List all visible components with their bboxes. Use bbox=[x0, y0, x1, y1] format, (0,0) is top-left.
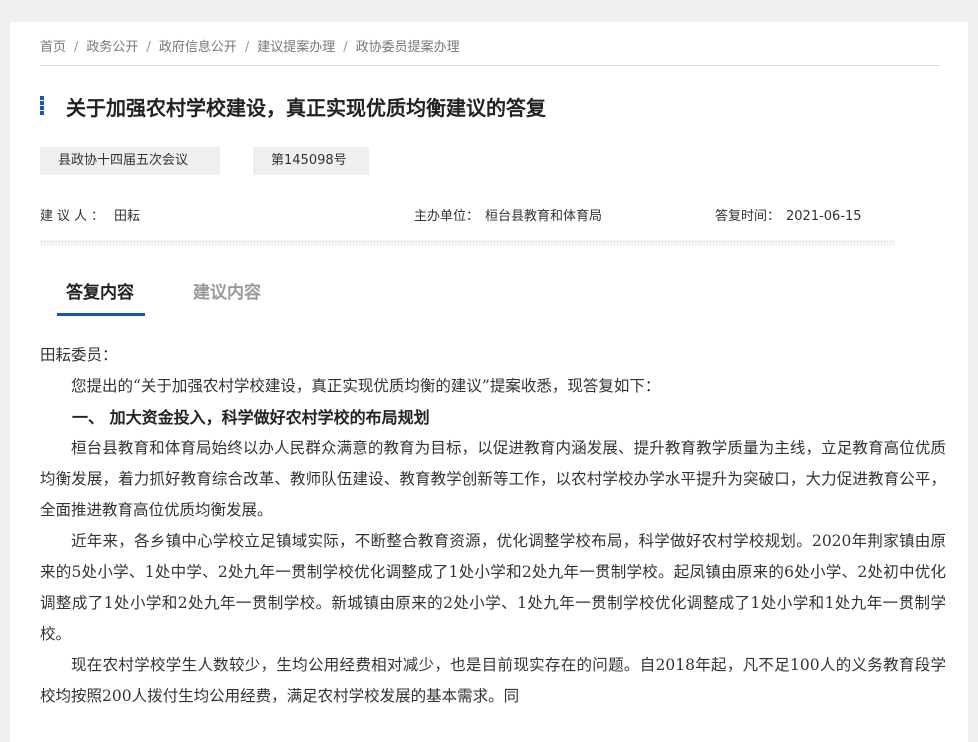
body-paragraph: 现在农村学校学生人数较少，生均公用经费相对减少，也是目前现实存在的问题。自201… bbox=[40, 656, 946, 705]
tab-suggestion-content[interactable]: 建议内容 bbox=[193, 278, 261, 303]
breadcrumb-government-affairs[interactable]: 政务公开 bbox=[86, 40, 138, 55]
breadcrumb-separator: / bbox=[343, 40, 348, 55]
body-paragraph: 桓台县教育和体育局始终以办人民群众满意的教育为目标，以促进教育内涵发展、提升教育… bbox=[40, 439, 946, 519]
proposer-label: 建议人： bbox=[40, 209, 109, 224]
reply-date-info: 答复时间： 2021-06-15 bbox=[715, 205, 862, 224]
breadcrumb-divider bbox=[40, 65, 940, 66]
breadcrumb-government-info[interactable]: 政府信息公开 bbox=[159, 40, 237, 55]
proposer-value: 田耘 bbox=[114, 209, 141, 224]
reply-date-label: 答复时间： bbox=[715, 209, 781, 224]
reply-content: 田耘委员： 您提出的“关于加强农村学校建设，真正实现优质均衡的建议”提案收悉，现… bbox=[40, 340, 946, 712]
title-accent-bar bbox=[40, 96, 44, 115]
session-badge: 县政协十四届五次会议 bbox=[40, 147, 220, 175]
reply-date-value: 2021-06-15 bbox=[786, 209, 862, 224]
content-card: 首页 / 政务公开 / 政府信息公开 / 建议提案办理 / 政协委员提案办理 关于加强农村学校建… bbox=[10, 22, 968, 742]
breadcrumb-separator: / bbox=[74, 40, 79, 55]
breadcrumb-cppcc-proposals[interactable]: 政协委员提案办理 bbox=[356, 40, 460, 55]
dotted-divider bbox=[40, 240, 895, 245]
breadcrumb-proposal-handling[interactable]: 建议提案办理 bbox=[257, 40, 335, 55]
active-tab-indicator bbox=[57, 313, 145, 316]
department-info: 主办单位： 桓台县教育和体育局 bbox=[414, 205, 602, 224]
salutation: 田耘委员： bbox=[40, 346, 118, 364]
intro-paragraph: 您提出的“关于加强农村学校建设，真正实现优质均衡的建议”提案收悉，现答复如下： bbox=[71, 377, 661, 395]
proposer-info: 建议人： 田耘 bbox=[40, 205, 140, 224]
department-label: 主办单位： bbox=[414, 209, 480, 224]
department-value: 桓台县教育和体育局 bbox=[485, 209, 603, 224]
tab-reply-content[interactable]: 答复内容 bbox=[66, 278, 134, 303]
breadcrumb-separator: / bbox=[244, 40, 250, 55]
breadcrumb-separator: / bbox=[146, 40, 151, 55]
proposal-number-badge: 第145098号 bbox=[253, 147, 369, 175]
breadcrumb: 首页 / 政务公开 / 政府信息公开 / 建议提案办理 / 政协委员提案办理 bbox=[40, 36, 940, 55]
body-paragraph: 近年来，各乡镇中心学校立足镇域实际，不断整合教育资源，优化调整学校布局，科学做好… bbox=[40, 532, 946, 643]
section-heading: 一、 加大资金投入，科学做好农村学校的布局规划 bbox=[72, 408, 430, 427]
breadcrumb-home[interactable]: 首页 bbox=[40, 40, 66, 55]
page-title: 关于加强农村学校建设，真正实现优质均衡建议的答复 bbox=[66, 96, 546, 120]
